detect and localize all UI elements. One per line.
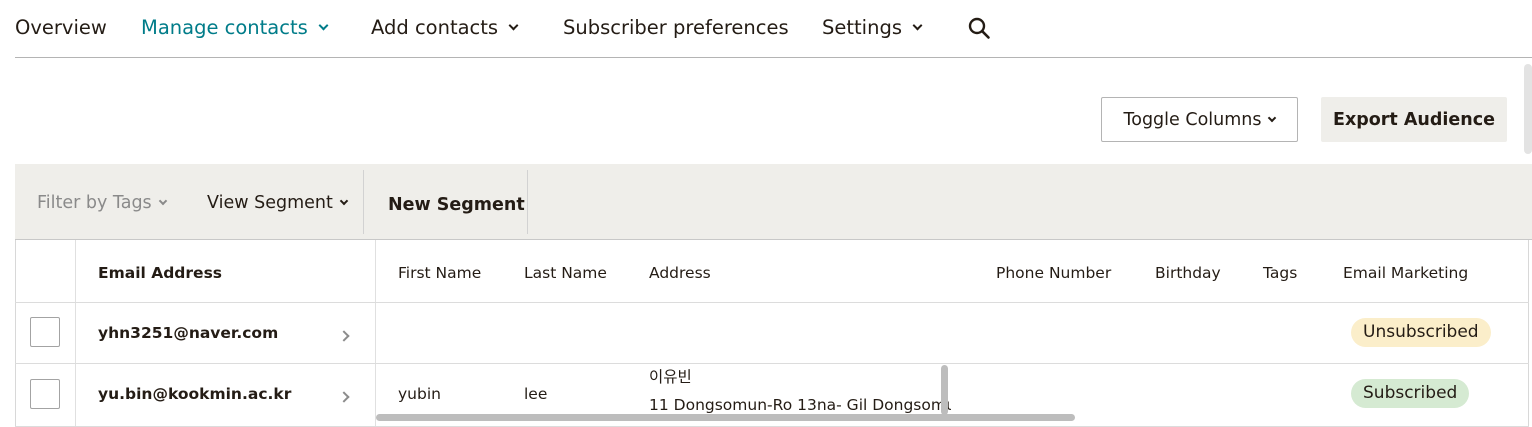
chevron-right-icon[interactable] bbox=[338, 391, 350, 403]
chevron-right-icon[interactable] bbox=[338, 330, 350, 342]
column-header-tags[interactable]: Tags bbox=[1263, 263, 1297, 283]
column-divider bbox=[375, 240, 376, 427]
column-divider bbox=[75, 240, 76, 427]
column-header-email[interactable]: Email Address bbox=[98, 263, 222, 283]
column-header-last-name[interactable]: Last Name bbox=[524, 263, 607, 283]
nav-settings[interactable]: Settings bbox=[822, 16, 923, 40]
nav-add-contacts-label: Add contacts bbox=[371, 16, 499, 39]
column-header-birthday[interactable]: Birthday bbox=[1155, 263, 1221, 283]
filter-bar: Filter by Tags View Segment New Segment bbox=[15, 164, 1532, 240]
new-segment-label: New Segment bbox=[388, 195, 525, 215]
new-segment-button[interactable]: New Segment bbox=[388, 194, 525, 216]
nav-overview-label: Overview bbox=[15, 16, 107, 39]
row-checkbox[interactable] bbox=[30, 317, 60, 347]
nav-divider bbox=[15, 57, 1532, 58]
nav-subscriber-preferences[interactable]: Subscriber preferences bbox=[563, 16, 789, 40]
chevron-down-icon bbox=[508, 20, 519, 31]
page-scrollbar[interactable] bbox=[1524, 64, 1532, 154]
view-segment-dropdown[interactable]: View Segment bbox=[207, 192, 349, 214]
nav-overview[interactable]: Overview bbox=[15, 16, 107, 40]
row-divider bbox=[15, 302, 1529, 303]
filter-divider bbox=[527, 170, 528, 234]
status-badge: Unsubscribed bbox=[1351, 318, 1491, 347]
chevron-down-icon bbox=[912, 20, 923, 31]
row-email[interactable]: yu.bin@kookmin.ac.kr bbox=[98, 384, 291, 404]
table-border bbox=[1528, 240, 1529, 427]
filter-by-tags-label: Filter by Tags bbox=[37, 193, 152, 213]
nav-add-contacts[interactable]: Add contacts bbox=[371, 16, 519, 40]
chevron-down-icon bbox=[1268, 113, 1277, 122]
row-address: 이유빈 11 Dongsomun-Ro 13na- Gil Dongsomun bbox=[649, 364, 951, 414]
toggle-columns-label: Toggle Columns bbox=[1123, 109, 1262, 130]
column-header-phone[interactable]: Phone Number bbox=[996, 263, 1111, 283]
row-last-name: lee bbox=[524, 385, 548, 403]
contacts-table: Email Address First Name Last Name Addre… bbox=[15, 240, 1532, 427]
top-nav: Overview Manage contacts Add contacts Su… bbox=[0, 0, 1532, 58]
view-segment-label: View Segment bbox=[207, 193, 333, 213]
search-icon[interactable] bbox=[967, 16, 991, 40]
chevron-down-icon bbox=[318, 20, 329, 31]
column-header-email-marketing[interactable]: Email Marketing bbox=[1343, 263, 1468, 283]
column-header-first-name[interactable]: First Name bbox=[398, 263, 481, 283]
export-audience-label: Export Audience bbox=[1333, 109, 1495, 130]
filter-by-tags-dropdown[interactable]: Filter by Tags bbox=[37, 192, 167, 214]
table-border bbox=[15, 240, 16, 427]
nav-subscriber-preferences-label: Subscriber preferences bbox=[563, 16, 789, 39]
filter-divider bbox=[363, 170, 364, 234]
row-address-line1: 이유빈 bbox=[649, 368, 692, 386]
nav-settings-label: Settings bbox=[822, 16, 902, 39]
nav-manage-contacts-label: Manage contacts bbox=[141, 16, 308, 39]
row-address-line2: 11 Dongsomun-Ro 13na- Gil Dongsomun bbox=[649, 396, 951, 414]
toggle-columns-button[interactable]: Toggle Columns bbox=[1101, 97, 1298, 142]
table-horizontal-scrollbar[interactable] bbox=[376, 414, 1075, 421]
column-header-address[interactable]: Address bbox=[649, 263, 711, 283]
status-badge: Subscribed bbox=[1351, 379, 1470, 408]
row-email[interactable]: yhn3251@naver.com bbox=[98, 323, 278, 343]
nav-manage-contacts[interactable]: Manage contacts bbox=[141, 16, 329, 40]
address-cell-scrollbar[interactable] bbox=[941, 365, 948, 415]
export-audience-button[interactable]: Export Audience bbox=[1321, 97, 1507, 142]
chevron-down-icon bbox=[339, 196, 349, 206]
row-first-name: yubin bbox=[398, 385, 441, 403]
chevron-down-icon bbox=[158, 196, 167, 206]
row-checkbox[interactable] bbox=[30, 379, 60, 409]
